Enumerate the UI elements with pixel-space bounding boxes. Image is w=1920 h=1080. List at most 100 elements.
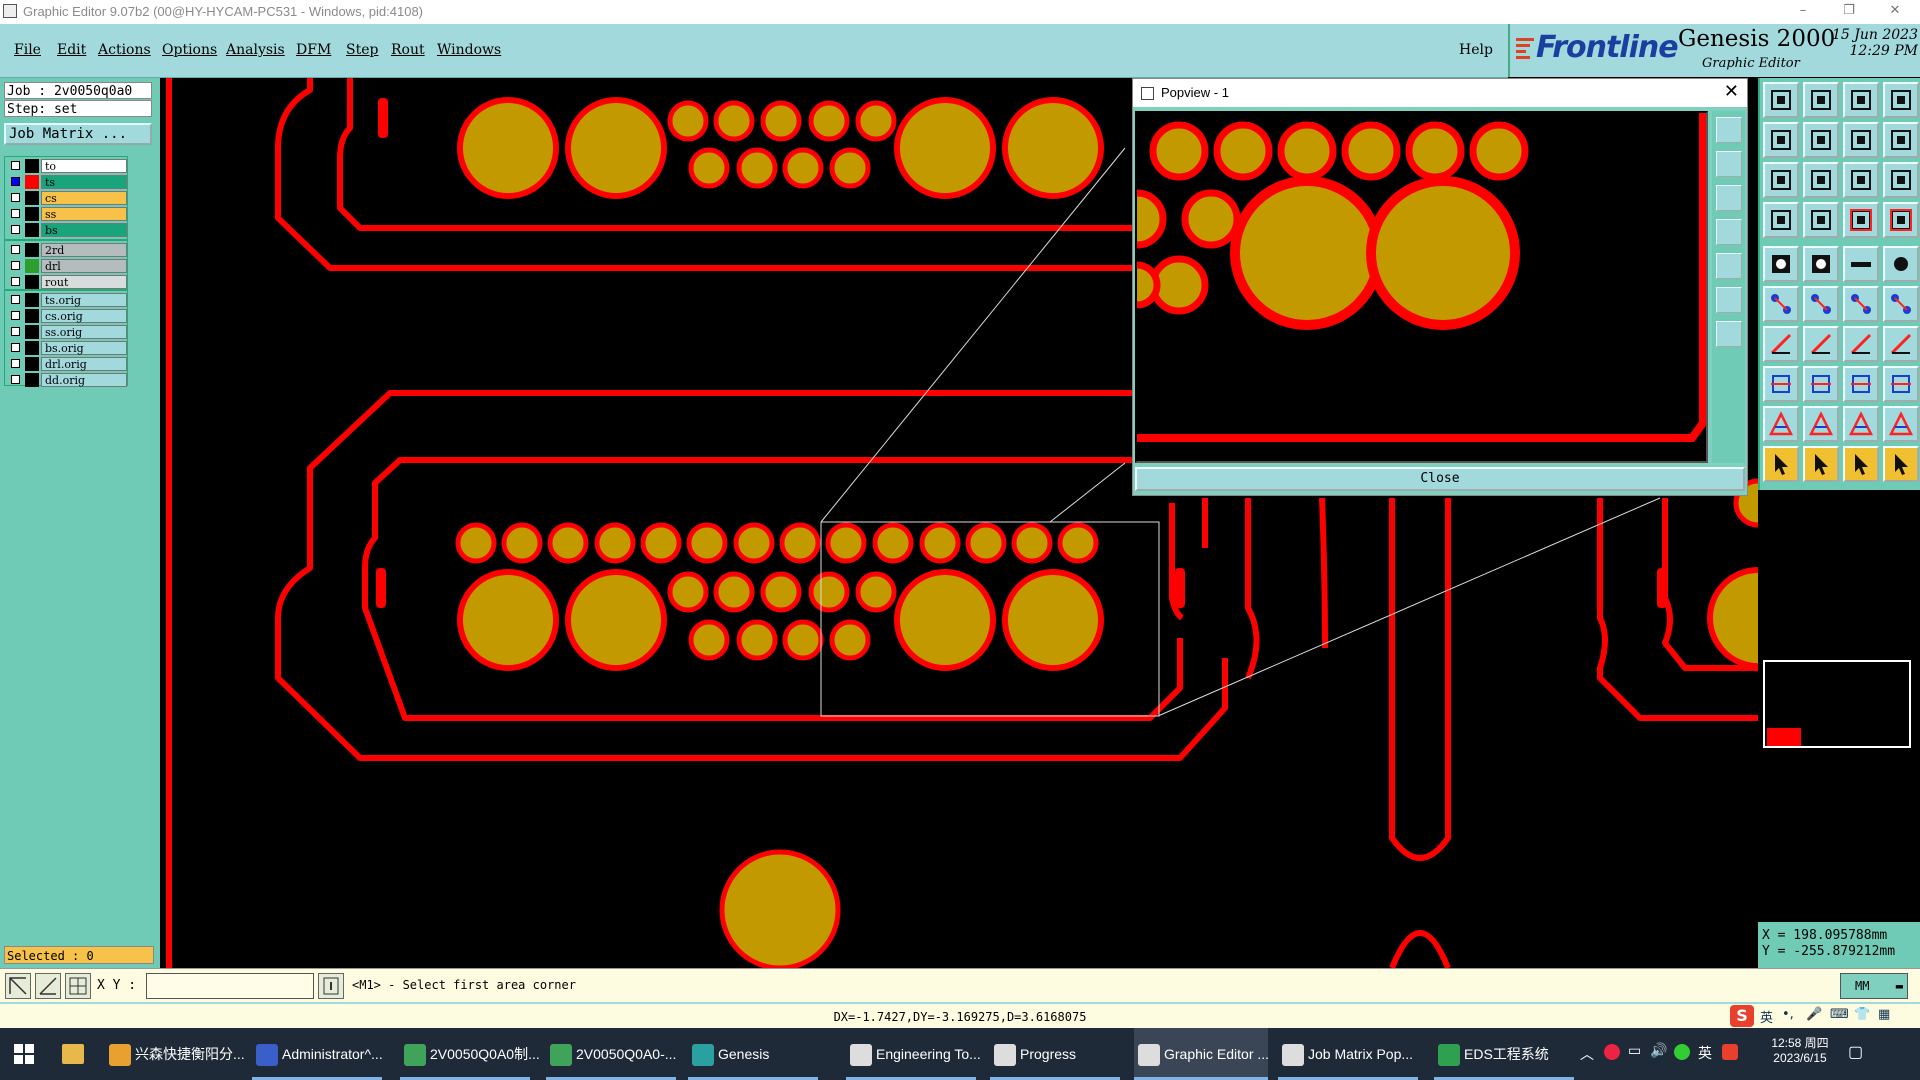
text-a-outline-icon[interactable]	[1883, 406, 1919, 442]
file-explorer-icon[interactable]	[62, 1044, 84, 1064]
layer-name[interactable]: ss	[41, 207, 127, 221]
network-icon[interactable]: ▭	[1628, 1042, 1641, 1059]
layer-checkbox[interactable]	[11, 161, 20, 170]
grid-toggle-icon[interactable]	[1803, 202, 1839, 238]
layer-color-swatch[interactable]	[25, 309, 39, 323]
popview-center-icon[interactable]	[1716, 321, 1742, 347]
layer-name[interactable]: drl.orig	[41, 357, 127, 371]
layer-row-rout[interactable]: rout	[5, 275, 127, 289]
move-up-icon[interactable]	[1763, 82, 1799, 118]
minimize-button[interactable]: –	[1780, 0, 1826, 24]
job-matrix-button[interactable]: Job Matrix ...	[4, 123, 152, 145]
add-shape-icon[interactable]	[1763, 366, 1799, 402]
arc-icon[interactable]	[1843, 326, 1879, 362]
tray-clock[interactable]: 12:58 周四 2023/6/15	[1760, 1034, 1840, 1065]
minus-icon[interactable]	[1803, 366, 1839, 402]
layer-checkbox[interactable]	[11, 343, 20, 352]
copy-icon[interactable]	[1883, 366, 1919, 402]
menu-edit[interactable]: Edit	[57, 42, 86, 58]
popview-fit-icon[interactable]	[1716, 287, 1742, 313]
sort-icon[interactable]	[1843, 122, 1879, 158]
layer-checkbox[interactable]	[11, 295, 20, 304]
connect-icon[interactable]	[1763, 286, 1799, 322]
layer-checkbox[interactable]	[11, 375, 20, 384]
layer-up-icon[interactable]	[1843, 202, 1879, 238]
home-icon[interactable]	[1843, 82, 1879, 118]
query-icon[interactable]	[1883, 162, 1919, 198]
taskbar-item[interactable]: Administrator^...	[252, 1028, 383, 1080]
layer-name[interactable]: cs.orig	[41, 309, 127, 323]
layer-color-swatch[interactable]	[25, 243, 39, 257]
align-icon[interactable]	[1883, 122, 1919, 158]
layer-color-swatch[interactable]	[25, 175, 39, 189]
menu-windows[interactable]: Windows	[437, 42, 501, 58]
layer-down-icon[interactable]	[1883, 202, 1919, 238]
volume-icon[interactable]: 🔊	[1650, 1042, 1667, 1059]
layer-row-drl[interactable]: drl	[5, 259, 127, 273]
line-width-icon[interactable]	[1843, 246, 1879, 282]
menu-options[interactable]: Options	[162, 42, 217, 58]
taskbar-item[interactable]: 兴森快捷衡阳分...	[105, 1028, 245, 1080]
popview-board[interactable]	[1137, 113, 1706, 461]
layer-color-swatch[interactable]	[25, 325, 39, 339]
layer-row-bs-orig[interactable]: bs.orig	[5, 341, 127, 355]
link-icon[interactable]	[1843, 286, 1879, 322]
menu-file[interactable]: File	[14, 42, 41, 58]
join-icon[interactable]	[1883, 286, 1919, 322]
ime-lang[interactable]: 英	[1760, 1007, 1773, 1026]
rotate-icon[interactable]	[1763, 202, 1799, 238]
layer-name[interactable]: to	[41, 159, 127, 173]
move-down-icon[interactable]	[1803, 82, 1839, 118]
tray-status-icon[interactable]	[1674, 1044, 1690, 1060]
taskbar-item[interactable]: 2V0050Q0A0制...	[400, 1028, 540, 1080]
popview-close-button[interactable]: Close	[1135, 467, 1745, 491]
layer-row-ss-orig[interactable]: ss.orig	[5, 325, 127, 339]
layer-name[interactable]: cs	[41, 191, 127, 205]
popview-canvas[interactable]	[1135, 111, 1708, 463]
layer-checkbox[interactable]	[11, 327, 20, 336]
layer-row-bs[interactable]: bs	[5, 223, 127, 237]
popview-pan-left-icon[interactable]	[1716, 219, 1742, 245]
scale-icon[interactable]	[1843, 162, 1879, 198]
window-icon[interactable]	[1883, 82, 1919, 118]
menu-analysis[interactable]: Analysis	[226, 42, 285, 58]
popview-close-icon[interactable]: ✕	[1724, 81, 1739, 102]
center-icon[interactable]	[1803, 162, 1839, 198]
layer-checkbox[interactable]	[11, 177, 20, 186]
layer-name[interactable]: ts	[41, 175, 127, 189]
taskbar-item[interactable]: Genesis	[688, 1028, 818, 1080]
layer-color-swatch[interactable]	[25, 293, 39, 307]
slant-icon[interactable]	[1763, 326, 1799, 362]
layer-row-cs[interactable]: cs	[5, 191, 127, 205]
ime-skin-icon[interactable]: 👕	[1854, 1007, 1870, 1022]
slash-icon[interactable]	[1803, 326, 1839, 362]
layer-checkbox[interactable]	[11, 277, 20, 286]
layer-row-ts-orig[interactable]: ts.orig	[5, 293, 127, 307]
taskbar-item[interactable]: Engineering To...	[846, 1028, 981, 1080]
dot-icon[interactable]	[1883, 246, 1919, 282]
layer-checkbox[interactable]	[11, 193, 20, 202]
measure-icon[interactable]	[35, 973, 61, 999]
layer-color-swatch[interactable]	[25, 259, 39, 273]
popview-zoom-icon[interactable]	[1716, 117, 1742, 143]
ime-punct-icon[interactable]: •,	[1782, 1007, 1794, 1022]
taskbar-item[interactable]: Job Matrix Pop...	[1278, 1028, 1418, 1080]
tray-lang[interactable]: 英	[1698, 1043, 1712, 1063]
close-window-button[interactable]: ✕	[1872, 0, 1918, 24]
draw-icon[interactable]	[1803, 246, 1839, 282]
text-a-icon[interactable]	[1803, 406, 1839, 442]
snap-icon[interactable]	[5, 973, 31, 999]
layer-row-drl-orig[interactable]: drl.orig	[5, 357, 127, 371]
restore-button[interactable]: ❐	[1826, 0, 1872, 24]
minimap[interactable]	[1763, 660, 1911, 748]
tray-app-icon[interactable]	[1604, 1044, 1620, 1060]
triangle-icon[interactable]	[1763, 406, 1799, 442]
popview-pan-down-icon[interactable]	[1716, 185, 1742, 211]
layer-row-ts[interactable]: ts	[5, 175, 127, 189]
layer-name[interactable]: drl	[41, 259, 127, 273]
layer-row-dd-orig[interactable]: dd.orig	[5, 373, 127, 387]
popview-pan-up-icon[interactable]	[1716, 151, 1742, 177]
layer-color-swatch[interactable]	[25, 223, 39, 237]
measure-box-icon[interactable]	[1843, 366, 1879, 402]
grid-icon[interactable]	[65, 973, 91, 999]
